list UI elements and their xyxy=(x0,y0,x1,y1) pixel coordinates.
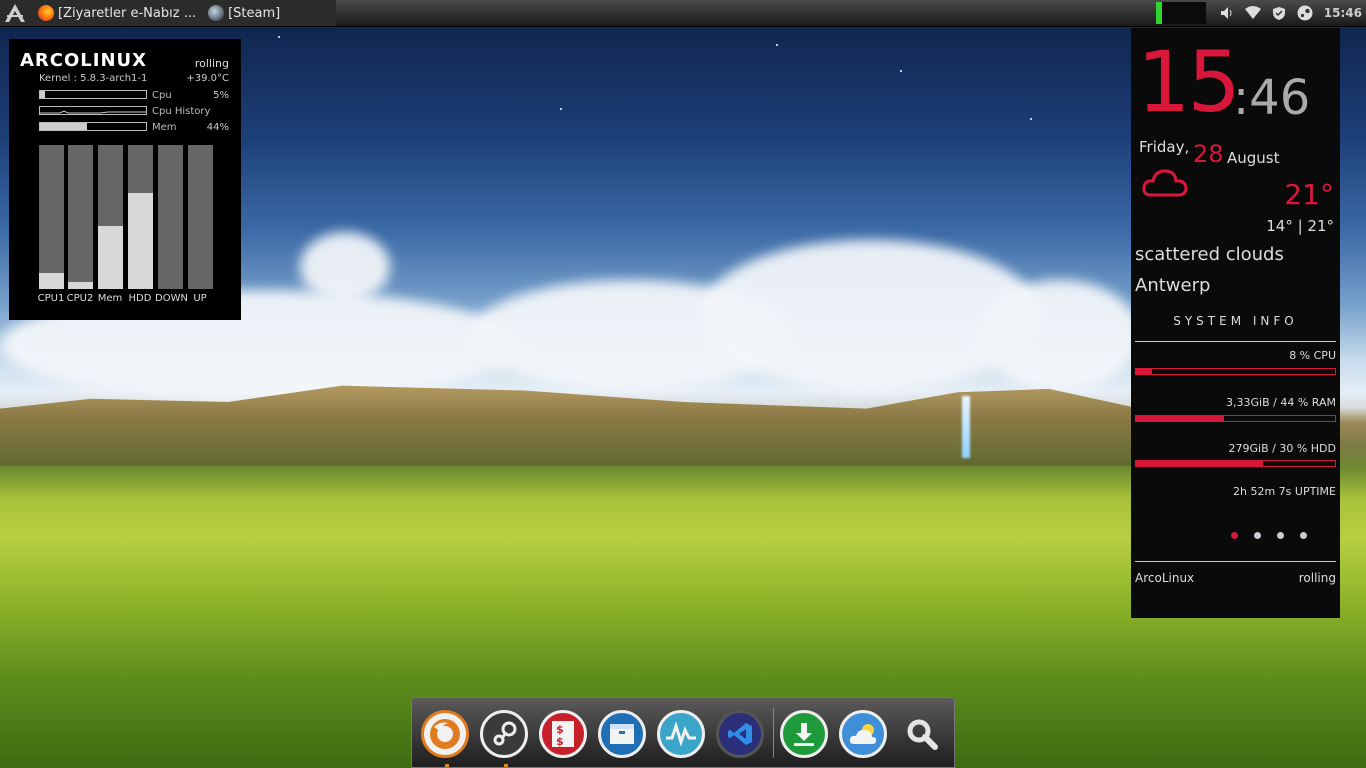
page-indicator xyxy=(1231,532,1323,539)
star xyxy=(900,70,902,72)
search-icon[interactable] xyxy=(898,710,946,758)
cpu-temperature: +39.0°C xyxy=(186,73,229,84)
usage-bar-fill xyxy=(128,192,153,289)
month: August xyxy=(1227,149,1280,167)
cpu-bar xyxy=(39,90,147,99)
day-of-month: 28 xyxy=(1193,140,1224,168)
star xyxy=(560,108,562,110)
usage-bar-label: CPU2 xyxy=(66,293,94,304)
page-dot[interactable] xyxy=(1231,532,1238,539)
shield-icon[interactable] xyxy=(1271,5,1287,21)
task-steam[interactable]: [Steam] xyxy=(204,1,284,25)
distro-title: ARCOLINUX xyxy=(20,50,148,71)
weather-description: scattered clouds xyxy=(1135,244,1284,265)
star xyxy=(278,36,280,38)
svg-text:$: $ xyxy=(556,735,564,748)
usage-bar-fill xyxy=(39,273,64,289)
mem-label: Mem xyxy=(152,122,177,133)
weekday: Friday, xyxy=(1139,138,1190,156)
temperature-range: 14° | 21° xyxy=(1266,217,1334,235)
cpu-value: 5% xyxy=(213,90,229,101)
cloud xyxy=(980,280,1140,390)
conky-system-widget: ARCOLINUX rolling Kernel : 5.8.3-arch1-1… xyxy=(9,39,241,320)
mem-value: 44% xyxy=(206,122,229,133)
usage-bar-fill xyxy=(98,225,123,289)
usage-bar-up xyxy=(188,145,213,289)
page-dot[interactable] xyxy=(1254,532,1261,539)
star xyxy=(776,44,778,46)
page-dot[interactable] xyxy=(1277,532,1284,539)
cpu-stat-bar xyxy=(1135,368,1336,375)
mem-bar-fill xyxy=(40,123,87,130)
panel-clock[interactable]: 15:46 xyxy=(1324,6,1362,20)
usage-bar-down xyxy=(158,145,183,289)
steam-icon[interactable] xyxy=(480,710,528,758)
system-monitor-icon[interactable] xyxy=(657,710,705,758)
cloud-icon xyxy=(1141,163,1189,203)
usage-bar-label: DOWN xyxy=(155,293,188,304)
conky-clock-widget: 15 :46 Friday, 28 August 21° 14° | 21° s… xyxy=(1131,28,1340,618)
cpu-history-label: Cpu History xyxy=(152,106,211,117)
firefox-icon xyxy=(38,5,54,21)
hdd-stat-bar xyxy=(1135,460,1336,467)
usage-bar-cpu2 xyxy=(68,145,93,289)
taskbar-left: [Ziyaretler e-Nabız ... [Steam] xyxy=(0,0,336,26)
volume-icon[interactable] xyxy=(1219,5,1235,21)
cpu-label: Cpu xyxy=(152,90,172,101)
usage-bar-fill xyxy=(68,281,93,289)
clock-hour: 15 xyxy=(1137,33,1241,131)
hdd-stat-label: 279GiB / 30 % HDD xyxy=(1228,442,1336,455)
cpu-history-graph xyxy=(39,106,147,115)
top-panel: [Ziyaretler e-Nabız ... [Steam] 15:46 xyxy=(0,0,1366,27)
footer-channel: rolling xyxy=(1298,571,1336,585)
usage-bar-hdd xyxy=(128,145,153,289)
system-info-heading: SYSTEM INFO xyxy=(1173,314,1298,328)
cpu-graph-applet[interactable] xyxy=(1155,2,1206,24)
ram-stat-label: 3,33GiB / 44 % RAM xyxy=(1226,396,1336,409)
task-label: [Steam] xyxy=(228,5,281,21)
money-manager-icon[interactable]: $ $ xyxy=(539,710,587,758)
usage-bar-label: CPU1 xyxy=(37,293,65,304)
weather-icon[interactable] xyxy=(839,710,887,758)
task-firefox[interactable]: [Ziyaretler e-Nabız ... xyxy=(34,1,200,25)
mem-bar xyxy=(39,122,147,131)
kernel-version: Kernel : 5.8.3-arch1-1 xyxy=(39,73,148,84)
cpu-bar-fill xyxy=(40,91,46,98)
dock-separator xyxy=(773,708,774,758)
download-manager-icon[interactable] xyxy=(780,710,828,758)
firefox-icon[interactable] xyxy=(421,710,469,758)
uptime-label: 2h 52m 7s UPTIME xyxy=(1233,485,1336,498)
dock: $ $ xyxy=(411,697,955,768)
steam-icon xyxy=(208,5,225,21)
star xyxy=(1030,118,1032,120)
divider xyxy=(1135,341,1336,342)
divider xyxy=(1135,561,1336,562)
hdd-stat-fill xyxy=(1136,461,1264,466)
arch-menu-icon[interactable] xyxy=(0,0,30,26)
ram-stat-bar xyxy=(1135,415,1336,422)
system-tray: 15:46 xyxy=(1155,0,1366,26)
cpu-stat-fill xyxy=(1136,369,1152,374)
wifi-icon[interactable] xyxy=(1244,5,1261,21)
running-indicator xyxy=(504,764,508,767)
task-label: [Ziyaretler e-Nabız ... xyxy=(58,5,197,21)
clock-minute: :46 xyxy=(1233,70,1311,126)
usage-bar-cpu1 xyxy=(39,145,64,289)
page-dot[interactable] xyxy=(1300,532,1307,539)
usage-bar-label: UP xyxy=(193,293,207,304)
archive-manager-icon[interactable] xyxy=(598,710,646,758)
usage-bar-label: Mem xyxy=(97,293,123,304)
usage-bar-label: HDD xyxy=(128,293,152,304)
current-temperature: 21° xyxy=(1284,178,1334,211)
footer-distro: ArcoLinux xyxy=(1135,571,1195,585)
release-channel: rolling xyxy=(194,57,229,70)
usage-bar-mem xyxy=(98,145,123,289)
steam-tray-icon[interactable] xyxy=(1297,5,1313,21)
waterfall xyxy=(962,396,970,458)
ram-stat-fill xyxy=(1136,416,1224,421)
city-name: Antwerp xyxy=(1135,275,1211,296)
cpu-stat-label: 8 % CPU xyxy=(1289,349,1336,362)
running-indicator xyxy=(445,764,449,767)
vscode-icon[interactable] xyxy=(716,710,764,758)
